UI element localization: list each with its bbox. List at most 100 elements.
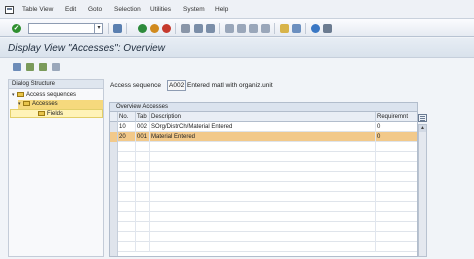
next-page-icon[interactable] — [249, 24, 258, 33]
table-row-empty[interactable] — [110, 222, 417, 232]
row-selector[interactable] — [110, 122, 118, 132]
cell-description — [150, 232, 376, 242]
last-page-icon[interactable] — [261, 24, 270, 33]
menu-goto[interactable]: Goto — [88, 6, 102, 13]
cell-no — [118, 162, 136, 172]
page-title: Display View "Accesses": Overview — [8, 43, 165, 54]
vertical-scrollbar[interactable]: ▲ — [418, 124, 427, 257]
row-selector[interactable] — [110, 132, 118, 142]
table-row-empty[interactable] — [110, 162, 417, 172]
table-row-empty[interactable] — [110, 212, 417, 222]
cell-no — [118, 222, 136, 232]
menu-selection[interactable]: Selection — [114, 6, 141, 13]
table-row-empty[interactable] — [110, 152, 417, 162]
cell-tab — [136, 192, 150, 202]
table-row[interactable]: 10 002 SOrg/DistrCh/Material Entered 0 — [110, 122, 417, 132]
menu-edit[interactable]: Edit — [65, 6, 76, 13]
select-block-icon[interactable] — [39, 63, 47, 71]
application-toolbar — [0, 58, 474, 76]
table-row-empty[interactable] — [110, 202, 417, 212]
column-header-tab[interactable]: Tab — [136, 112, 150, 122]
open-folder-icon — [23, 100, 30, 106]
cell-tab — [136, 242, 150, 252]
cell-no — [118, 172, 136, 182]
cell-requirement: 0 — [377, 124, 381, 130]
cell-no — [118, 242, 136, 252]
enter-check-icon[interactable]: ✓ — [12, 24, 21, 33]
column-header-no[interactable]: No. — [118, 112, 136, 122]
find-icon[interactable] — [194, 24, 203, 33]
table-settings-icon[interactable] — [418, 114, 427, 122]
table-header: No. Tab Description Requiremnt — [110, 112, 417, 122]
dialog-structure-heading: Dialog Structure — [9, 80, 103, 89]
tree-item-label: Accesses — [32, 101, 58, 107]
row-selector[interactable] — [110, 232, 118, 242]
tree-item-access-sequences[interactable]: ▾ Access sequences — [12, 91, 100, 100]
access-sequence-description: Entered matl with organiz.unit — [187, 82, 273, 89]
deselect-all-icon[interactable] — [52, 63, 60, 71]
column-header-requirement[interactable]: Requiremnt — [376, 112, 417, 122]
cell-tab — [136, 172, 150, 182]
standard-toolbar: ✓ ▾ — [0, 19, 474, 37]
column-header-description[interactable]: Description — [150, 112, 376, 122]
row-selector[interactable] — [110, 212, 118, 222]
access-sequence-field[interactable]: A002 — [167, 80, 186, 91]
menu-help[interactable]: Help — [215, 6, 228, 13]
cell-no — [118, 182, 136, 192]
row-selector[interactable] — [110, 142, 118, 152]
row-selector[interactable] — [110, 202, 118, 212]
display-change-icon[interactable] — [13, 63, 21, 71]
first-page-icon[interactable] — [225, 24, 234, 33]
back-icon[interactable] — [138, 24, 147, 33]
access-sequence-label: Access sequence — [110, 82, 161, 89]
row-selector[interactable] — [110, 182, 118, 192]
tree-item-label: Access sequences — [26, 92, 77, 98]
command-field-dropdown-icon[interactable]: ▾ — [94, 23, 103, 34]
customize-layout-icon[interactable] — [323, 24, 332, 33]
exit-icon[interactable] — [150, 24, 159, 33]
table-row-empty[interactable] — [110, 192, 417, 202]
table-row-empty[interactable] — [110, 242, 417, 252]
save-icon[interactable] — [113, 24, 122, 33]
cell-description — [150, 182, 376, 192]
cell-no — [118, 152, 136, 162]
cell-no: 10 — [118, 122, 136, 132]
tree-item-accesses[interactable]: ▾ Accesses — [18, 100, 103, 109]
row-selector[interactable] — [110, 242, 118, 252]
cancel-icon[interactable] — [162, 24, 171, 33]
menu-bar: Table View Edit Goto Selection Utilities… — [0, 0, 474, 19]
print-icon[interactable] — [181, 24, 190, 33]
shortcut-icon[interactable] — [292, 24, 301, 33]
cell-tab — [136, 232, 150, 242]
table-row-empty[interactable] — [110, 172, 417, 182]
table-row-empty[interactable] — [110, 142, 417, 152]
table-row-selected[interactable]: 20 001 Material Entered 0 — [110, 132, 417, 142]
select-all-column-header[interactable] — [110, 112, 118, 122]
table-row-empty[interactable] — [110, 232, 417, 242]
scroll-up-icon[interactable]: ▲ — [419, 125, 426, 132]
menu-system[interactable]: System — [183, 6, 205, 13]
menu-utilities[interactable]: Utilities — [150, 6, 171, 13]
row-selector[interactable] — [110, 192, 118, 202]
cell-no: 20 — [118, 132, 136, 142]
cell-tab — [136, 142, 150, 152]
row-selector[interactable] — [110, 162, 118, 172]
create-session-icon[interactable] — [280, 24, 289, 33]
table-row-empty[interactable] — [110, 182, 417, 192]
cell-description — [150, 162, 376, 172]
command-field[interactable] — [28, 23, 103, 34]
window-menu-icon[interactable] — [5, 6, 14, 14]
row-selector[interactable] — [110, 152, 118, 162]
cell-no — [118, 192, 136, 202]
cell-description — [150, 192, 376, 202]
row-selector[interactable] — [110, 172, 118, 182]
previous-page-icon[interactable] — [237, 24, 246, 33]
select-all-icon[interactable] — [26, 63, 34, 71]
row-selector[interactable] — [110, 222, 118, 232]
help-icon[interactable] — [311, 24, 320, 33]
tree-item-fields[interactable]: Fields — [10, 109, 103, 118]
menu-table-view[interactable]: Table View — [22, 6, 53, 13]
toolbar-separator — [126, 23, 127, 34]
find-next-icon[interactable] — [206, 24, 215, 33]
cell-tab — [136, 212, 150, 222]
